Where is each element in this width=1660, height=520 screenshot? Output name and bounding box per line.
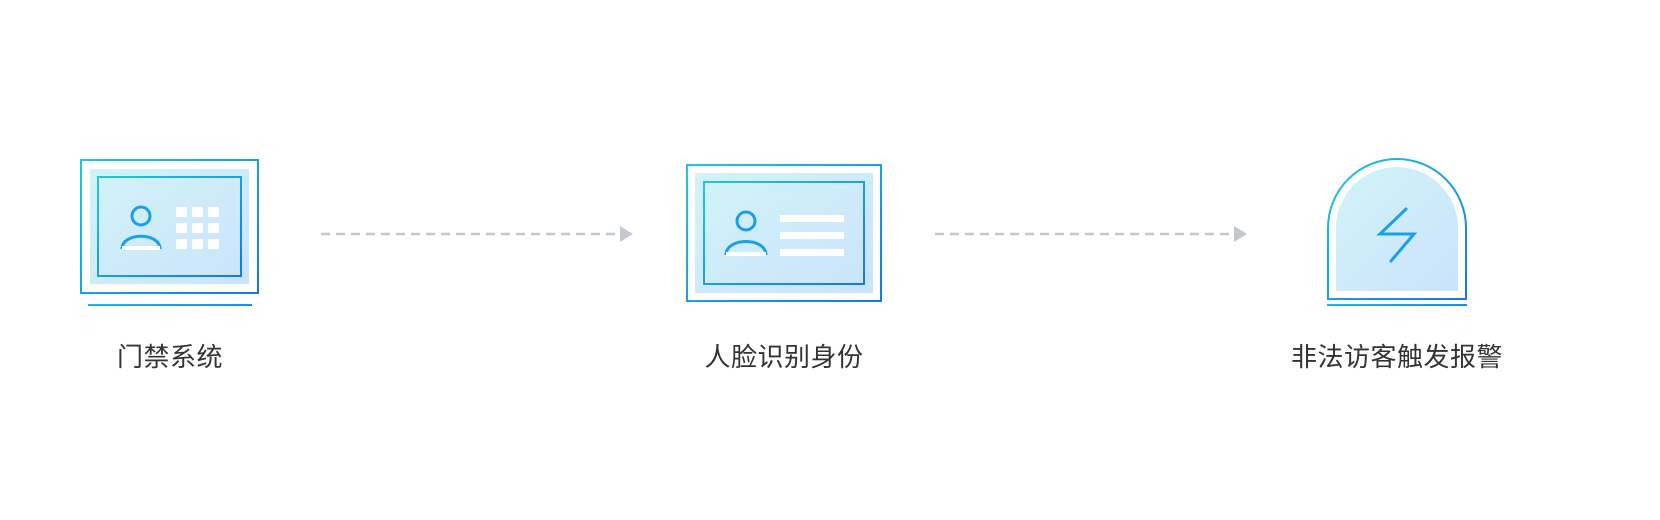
id-card-icon: [686, 164, 882, 302]
step-label-face-recognition: 人脸识别身份: [704, 343, 864, 373]
flow-diagram: 门禁系统 人脸识别身份 非法访客触发报警: [0, 0, 1660, 520]
access-control-keypad-icon: [80, 159, 259, 306]
step-label-alarm: 非法访客触发报警: [1290, 343, 1503, 373]
step-label-access-control: 门禁系统: [116, 343, 223, 373]
alarm-lightning-icon: [1327, 158, 1467, 306]
flow-arrow-2: [935, 226, 1247, 242]
flow-arrow-1: [321, 226, 633, 242]
